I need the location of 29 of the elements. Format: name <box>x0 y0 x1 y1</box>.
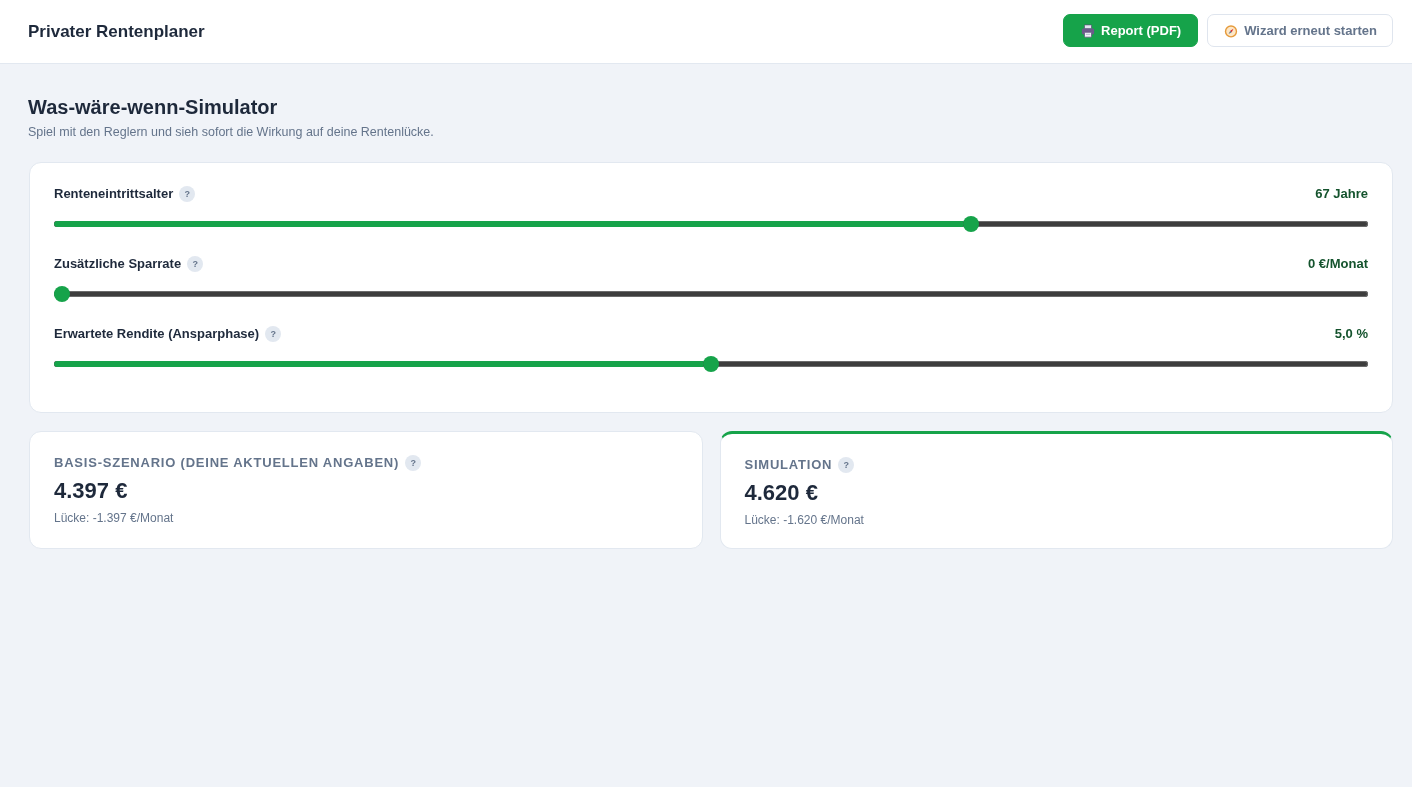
slider-label: Zusätzliche Sparrate <box>54 255 182 271</box>
gap-text: Lücke: -1.397 €/Monat <box>54 510 175 526</box>
report-button[interactable]: Report (PDF) <box>1063 14 1199 47</box>
help-icon[interactable]: ? <box>838 457 855 473</box>
help-icon[interactable]: ? <box>179 186 196 202</box>
scenario-title: BASIS-SZENARIO (DEINE AKTUELLEN ANGABEN) <box>54 454 400 470</box>
page-heading: Was-wäre-wenn-Simulator <box>28 95 279 120</box>
compass-icon <box>1224 23 1239 38</box>
slider-label: Erwartete Rendite (Ansparphase) <box>54 325 260 341</box>
printer-icon <box>1081 23 1095 38</box>
slider-thumb[interactable] <box>703 356 719 372</box>
app-title: Privater Rentenplaner <box>28 21 205 42</box>
slider-label: Renteneintrittsalter <box>54 185 174 201</box>
slider-value: 5,0 % <box>1334 325 1368 341</box>
slider-thumb[interactable] <box>54 286 70 302</box>
pension-amount: 4.397 € <box>54 477 129 505</box>
help-icon[interactable]: ? <box>405 455 422 471</box>
help-icon[interactable]: ? <box>265 326 282 342</box>
page-subtitle: Spiel mit den Reglern und sieh sofort die Wirkung auf deine Rentenlücke. <box>28 124 435 140</box>
pension-amount: 4.620 € <box>744 479 819 507</box>
gap-text: Lücke: -1.620 €/Monat <box>744 512 865 528</box>
slider-value: 0 €/Monat <box>1308 255 1368 271</box>
slider-value: 67 Jahre <box>1315 185 1368 201</box>
wizard-button[interactable]: Wizard erneut starten <box>1207 14 1393 47</box>
slider-track[interactable] <box>54 361 1368 367</box>
scenario-title: SIMULATION <box>744 456 833 472</box>
slider-thumb[interactable] <box>962 216 979 232</box>
help-icon[interactable]: ? <box>187 256 204 272</box>
slider-track[interactable] <box>54 221 1368 227</box>
